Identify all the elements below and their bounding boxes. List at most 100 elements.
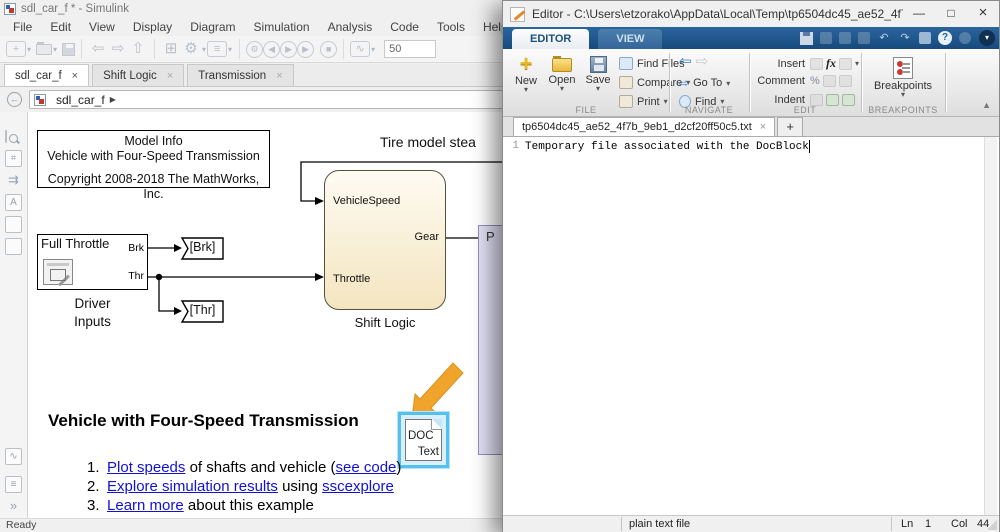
scope-icon[interactable]: ∿ [350,41,370,57]
document-tab-close-icon[interactable]: × [760,121,766,133]
goto-brk-tag[interactable]: [Brk] [182,238,223,259]
tire-model-annotation[interactable]: Tire model stea [380,134,476,150]
resize-grip[interactable] [987,520,997,530]
ribbon-tab-view[interactable]: VIEW [598,29,662,49]
model-canvas[interactable]: Model Info Vehicle with Four-Speed Trans… [28,112,502,518]
save-dropdown-icon[interactable]: ▾ [581,86,615,92]
ribbon-tab-editor[interactable]: EDITOR [512,29,589,49]
annotation-icon[interactable]: A [5,194,22,211]
new-document-tab[interactable]: + [777,117,803,136]
save-model-icon[interactable] [62,43,75,56]
help-icon[interactable]: ? [938,31,952,45]
more-options-icon[interactable] [959,32,971,44]
step-back-icon[interactable]: ◀ [263,41,280,58]
tab-close-icon[interactable]: × [276,70,282,82]
navigate-back-icon[interactable]: ⇦ [88,39,108,59]
new-model-dropdown-icon[interactable]: ▾ [27,45,31,54]
menu-simulation[interactable]: Simulation [245,20,319,34]
route-icon[interactable]: ⇉ [5,172,22,189]
new-model-icon[interactable]: + [6,41,26,57]
shift-logic-chart[interactable]: VehicleSpeed Throttle Gear [324,170,446,310]
docblock-selection[interactable]: DOC Text [398,412,449,468]
insert-section-icon[interactable] [810,58,823,70]
uncomment-icon[interactable] [823,75,836,87]
viewmarks-icon[interactable]: ≡ [5,476,22,493]
wrap-comments-icon[interactable] [839,75,852,87]
model-config-icon[interactable]: ⚙ [181,39,201,59]
menu-view[interactable]: View [80,20,124,34]
doc-block[interactable]: DOC Text [405,419,442,461]
vertical-scrollbar[interactable] [984,137,997,515]
new-dropdown-icon[interactable]: ▾ [509,87,543,93]
area-icon[interactable] [5,238,22,255]
menu-tools[interactable]: Tools [428,20,474,34]
goto-thr-tag[interactable]: [Thr] [182,301,223,322]
insert-function-icon[interactable]: fx [826,56,836,71]
run-icon[interactable]: ▶ [280,41,297,58]
breakpoints-dropdown-icon[interactable]: ▾ [871,92,935,98]
simulation-stop-time-input[interactable] [384,40,436,58]
copy-icon[interactable] [839,32,851,44]
insert-snippet-icon[interactable] [839,58,852,70]
zoom-icon[interactable] [5,130,7,143]
redo-icon[interactable]: ↷ [898,31,912,45]
model-info-block[interactable]: Model Info Vehicle with Four-Speed Trans… [37,130,270,188]
code-line[interactable]: Temporary file associated with the DocBl… [525,140,810,153]
navigate-up-icon[interactable]: ⇧ [128,39,148,59]
save-button[interactable]: Save ▾ [581,54,615,92]
open-model-icon[interactable] [36,44,52,55]
snapshot-icon[interactable]: ∿ [5,448,22,465]
model-settings-icon[interactable]: ≡ [207,41,227,57]
new-button[interactable]: + New ▾ [509,54,543,93]
partial-subsystem-block[interactable]: P [478,225,502,455]
minimize-button[interactable]: — [903,2,935,26]
cut-icon[interactable] [820,32,832,44]
open-model-dropdown-icon[interactable]: ▾ [53,45,57,54]
editor-titlebar[interactable]: Editor - C:\Users\etzorako\AppData\Local… [503,1,999,27]
editor-text-area[interactable]: 1 Temporary file associated with the Doc… [503,137,999,515]
open-dropdown-icon[interactable]: ▾ [545,86,579,92]
tab-close-icon[interactable]: × [167,70,173,82]
tab-shift-logic[interactable]: Shift Logic × [92,64,184,86]
menu-file[interactable]: File [4,20,41,34]
comment-icon[interactable]: % [810,75,820,87]
model-settings-dropdown-icon[interactable]: ▾ [228,45,232,54]
fit-view-icon[interactable]: ⌗ [5,150,22,167]
undo-icon[interactable]: ↶ [877,31,891,45]
navigate-forward-icon[interactable]: ⇨ [108,39,128,59]
step-forward-icon[interactable]: ▶ [297,41,314,58]
open-button[interactable]: Open ▾ [545,54,579,92]
driver-inputs-block[interactable]: Full Throttle Brk Thr [37,234,148,290]
learn-more-link[interactable]: Learn more [107,497,184,514]
menu-analysis[interactable]: Analysis [319,20,382,34]
close-button[interactable]: × [967,2,999,26]
insert-dropdown-icon[interactable]: ▾ [855,59,859,68]
library-browser-icon[interactable]: ⊞ [161,39,181,59]
dock-window-icon[interactable] [919,32,931,44]
minimize-ribbon-icon[interactable]: ▾ [979,30,995,46]
breadcrumb-arrow-icon[interactable]: ▶ [110,95,116,104]
goto-button[interactable]: ⇨ Go To ▾ [679,76,730,90]
model-config-dropdown-icon[interactable]: ▾ [202,45,206,54]
breakpoints-button[interactable]: Breakpoints ▾ [871,54,935,98]
more-chevron-icon[interactable]: » [5,498,22,515]
update-diagram-icon[interactable]: ⚙ [246,41,263,58]
menu-display[interactable]: Display [124,20,181,34]
menu-edit[interactable]: Edit [41,20,80,34]
breadcrumb-back-icon[interactable]: ← [7,92,22,107]
document-tab[interactable]: tp6504dc45_ae52_4f7b_9eb1_d2cf20ff50c5.t… [513,117,775,136]
maximize-button[interactable]: □ [935,2,967,26]
image-icon[interactable] [5,216,22,233]
forward-icon[interactable]: ⇨ [696,55,709,69]
sscexplore-link[interactable]: sscexplore [322,478,394,495]
tab-close-icon[interactable]: × [72,70,78,82]
menu-code[interactable]: Code [381,20,428,34]
paste-icon[interactable] [858,32,870,44]
find-files-button[interactable]: Find Files [619,57,685,70]
tab-sdl-car-f[interactable]: sdl_car_f × [4,64,89,86]
goto-dropdown-icon[interactable]: ▾ [726,79,730,88]
quick-save-icon[interactable] [800,32,813,45]
menu-diagram[interactable]: Diagram [181,20,244,34]
scope-dropdown-icon[interactable]: ▾ [371,45,375,54]
collapse-toolstrip-icon[interactable]: ▲ [982,100,991,110]
